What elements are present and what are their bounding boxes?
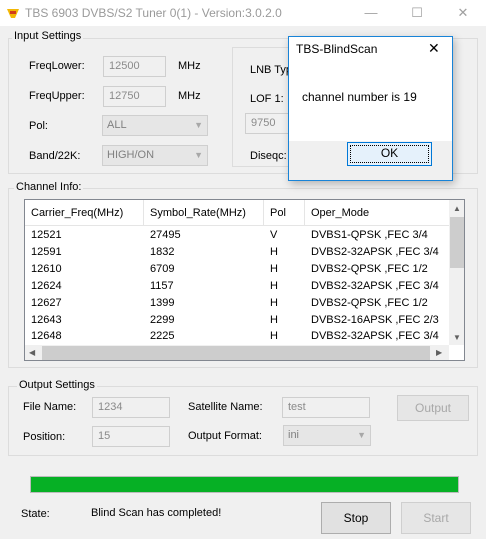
cell-carrier-freq: 12521: [31, 229, 62, 241]
column-header-oper-mode[interactable]: Oper_Mode: [311, 207, 369, 219]
state-text: Blind Scan has completed!: [91, 507, 222, 519]
cell-oper-mode: DVBS2-32APSK ,FEC 3/4: [311, 280, 439, 292]
cell-oper-mode: DVBS2-32APSK ,FEC 3/4: [311, 246, 439, 258]
cell-oper-mode: DVBS2-16APSK ,FEC 2/3: [311, 314, 439, 326]
cell-symbol-rate: 1157: [150, 280, 174, 292]
satellite-name-input[interactable]: test: [282, 397, 370, 418]
cell-carrier-freq: 12624: [31, 280, 62, 292]
band-22k-select[interactable]: HIGH/ON ▼: [102, 145, 208, 166]
cell-oper-mode: DVBS2-QPSK ,FEC 1/2: [311, 263, 428, 275]
cell-carrier-freq: 12627: [31, 297, 62, 309]
output-format-select[interactable]: ini ▼: [283, 425, 371, 446]
band-22k-select-value: HIGH/ON: [107, 149, 155, 161]
chevron-down-icon: ▼: [357, 430, 366, 440]
file-name-input[interactable]: 1234: [92, 397, 170, 418]
cell-pol: H: [270, 297, 278, 309]
cell-carrier-freq: 12591: [31, 246, 62, 258]
table-row[interactable]: 12627 1399 H DVBS2-QPSK ,FEC 1/2: [25, 296, 449, 312]
input-settings-label: Input Settings: [12, 30, 84, 42]
cell-carrier-freq: 12643: [31, 314, 62, 326]
pol-label: Pol:: [29, 120, 48, 132]
scroll-down-icon[interactable]: ▼: [453, 333, 461, 342]
window-titlebar[interactable]: TBS 6903 DVBS/S2 Tuner 0(1) - Version:3.…: [0, 0, 486, 26]
cell-oper-mode: DVBS2-QPSK ,FEC 1/2: [311, 297, 428, 309]
horizontal-scroll-thumb[interactable]: [42, 346, 430, 360]
table-row[interactable]: 12643 2299 H DVBS2-16APSK ,FEC 2/3: [25, 313, 449, 329]
channel-list[interactable]: Carrier_Freq(MHz) Symbol_Rate(MHz) Pol O…: [24, 199, 465, 361]
cell-symbol-rate: 2299: [150, 314, 175, 326]
cell-oper-mode: DVBS2-32APSK ,FEC 3/4: [311, 330, 439, 342]
channel-list-header: Carrier_Freq(MHz) Symbol_Rate(MHz) Pol O…: [25, 200, 449, 226]
state-label: State:: [21, 508, 50, 520]
start-button[interactable]: Start: [401, 502, 471, 534]
blindscan-dialog[interactable]: TBS-BlindScan ✕ channel number is 19 OK: [288, 36, 453, 181]
table-row[interactable]: 12591 1832 H DVBS2-32APSK ,FEC 3/4: [25, 245, 449, 261]
cell-symbol-rate: 1832: [150, 246, 175, 258]
table-row[interactable]: 12521 27495 V DVBS1-QPSK ,FEC 3/4: [25, 228, 449, 244]
cell-symbol-rate: 1399: [150, 297, 175, 309]
output-settings-label: Output Settings: [17, 379, 97, 391]
cell-pol: V: [270, 229, 278, 241]
output-format-select-value: ini: [288, 429, 300, 441]
satellite-name-label: Satellite Name:: [188, 401, 263, 413]
close-button[interactable]: ✕: [440, 0, 486, 26]
cell-pol: H: [270, 246, 278, 258]
tbs-app-icon: [7, 9, 19, 18]
scan-progress-fill: [31, 477, 458, 492]
freq-upper-input[interactable]: 12750: [103, 86, 166, 107]
cell-pol: H: [270, 263, 278, 275]
lnb-type-label: LNB Typ: [250, 64, 292, 76]
output-button[interactable]: Output: [397, 395, 469, 421]
cell-pol: H: [270, 314, 278, 326]
scroll-left-icon[interactable]: ◀: [29, 348, 35, 357]
scan-progress-bar: [30, 476, 459, 493]
column-header-symbol-rate[interactable]: Symbol_Rate(MHz): [150, 207, 246, 219]
minimize-button[interactable]: —: [348, 0, 394, 26]
output-format-label: Output Format:: [188, 430, 262, 442]
lof1-label: LOF 1:: [250, 93, 284, 105]
file-name-label: File Name:: [23, 401, 77, 413]
position-input[interactable]: 15: [92, 426, 170, 447]
freq-lower-label: FreqLower:: [29, 60, 85, 72]
chevron-down-icon: ▼: [194, 150, 203, 160]
diseqc-label: Diseqc:: [250, 150, 287, 162]
pol-select[interactable]: ALL ▼: [102, 115, 208, 136]
position-label: Position:: [23, 431, 66, 443]
table-row[interactable]: 12610 6709 H DVBS2-QPSK ,FEC 1/2: [25, 262, 449, 278]
freq-lower-unit: MHz: [178, 60, 201, 72]
dialog-body: channel number is 19: [289, 61, 452, 141]
column-header-pol[interactable]: Pol: [270, 207, 286, 219]
window-title: TBS 6903 DVBS/S2 Tuner 0(1) - Version:3.…: [25, 6, 282, 20]
maximize-button[interactable]: ☐: [394, 0, 440, 26]
cell-carrier-freq: 12648: [31, 330, 62, 342]
cell-oper-mode: DVBS1-QPSK ,FEC 3/4: [311, 229, 428, 241]
scroll-up-icon[interactable]: ▲: [453, 204, 461, 213]
cell-carrier-freq: 12610: [31, 263, 62, 275]
cell-symbol-rate: 2225: [150, 330, 175, 342]
dialog-close-icon[interactable]: ✕: [428, 40, 440, 57]
column-header-carrier-freq[interactable]: Carrier_Freq(MHz): [31, 207, 123, 219]
freq-upper-unit: MHz: [178, 90, 201, 102]
dialog-titlebar[interactable]: TBS-BlindScan ✕: [289, 37, 452, 61]
cell-symbol-rate: 27495: [150, 229, 181, 241]
stop-button[interactable]: Stop: [321, 502, 391, 534]
channel-info-label: Channel Info:: [14, 181, 84, 193]
cell-pol: H: [270, 280, 278, 292]
dialog-ok-button[interactable]: OK: [347, 142, 432, 166]
scroll-right-icon[interactable]: ▶: [436, 348, 442, 357]
freq-lower-input[interactable]: 12500: [103, 56, 166, 77]
dialog-message: channel number is 19: [302, 90, 417, 104]
vertical-scrollbar[interactable]: ▲ ▼: [449, 200, 464, 345]
pol-select-value: ALL: [107, 119, 127, 131]
chevron-down-icon: ▼: [194, 120, 203, 130]
band-22k-label: Band/22K:: [29, 150, 81, 162]
cell-pol: H: [270, 330, 278, 342]
vertical-scroll-thumb[interactable]: [450, 217, 464, 268]
horizontal-scrollbar[interactable]: ◀ ▶: [25, 345, 449, 360]
dialog-title: TBS-BlindScan: [296, 42, 378, 56]
cell-symbol-rate: 6709: [150, 263, 175, 275]
table-row[interactable]: 12624 1157 H DVBS2-32APSK ,FEC 3/4: [25, 279, 449, 295]
freq-upper-label: FreqUpper:: [29, 90, 85, 102]
table-row[interactable]: 12648 2225 H DVBS2-32APSK ,FEC 3/4: [25, 329, 449, 345]
